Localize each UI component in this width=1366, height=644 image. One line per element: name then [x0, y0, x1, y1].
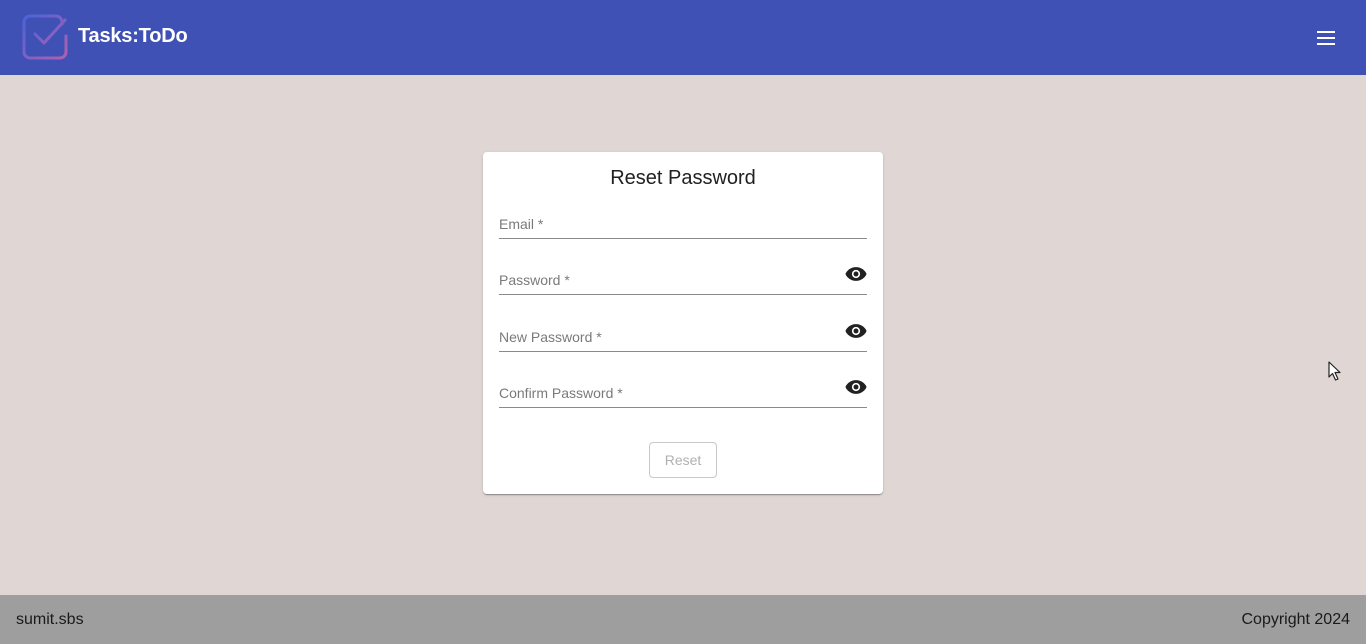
- confirm-password-input[interactable]: [499, 368, 867, 407]
- mouse-cursor-icon: [1328, 361, 1341, 381]
- hamburger-menu-icon: [1317, 31, 1335, 45]
- eye-icon[interactable]: [845, 379, 867, 395]
- new-password-input[interactable]: [499, 312, 867, 351]
- footer: sumit.sbs Copyright 2024: [0, 595, 1366, 644]
- app-bar: Tasks:ToDo: [0, 0, 1366, 75]
- new-password-field[interactable]: New Password *: [499, 312, 867, 352]
- footer-site-link[interactable]: sumit.sbs: [16, 611, 84, 629]
- reset-button[interactable]: Reset: [649, 442, 717, 478]
- checkbox-logo-icon[interactable]: [22, 14, 68, 60]
- app-title[interactable]: Tasks:ToDo: [78, 25, 188, 48]
- card-title: Reset Password: [610, 167, 756, 189]
- footer-copyright: Copyright 2024: [1241, 611, 1350, 628]
- password-input[interactable]: [499, 255, 867, 294]
- confirm-password-field[interactable]: Confirm Password *: [499, 368, 867, 408]
- eye-icon[interactable]: [845, 266, 867, 282]
- menu-button[interactable]: [1306, 22, 1346, 54]
- email-input[interactable]: [499, 199, 867, 238]
- password-field[interactable]: Password *: [499, 255, 867, 295]
- reset-password-card: Reset Password Email * Password * New Pa…: [483, 152, 883, 494]
- eye-icon[interactable]: [845, 323, 867, 339]
- email-field[interactable]: Email *: [499, 199, 867, 239]
